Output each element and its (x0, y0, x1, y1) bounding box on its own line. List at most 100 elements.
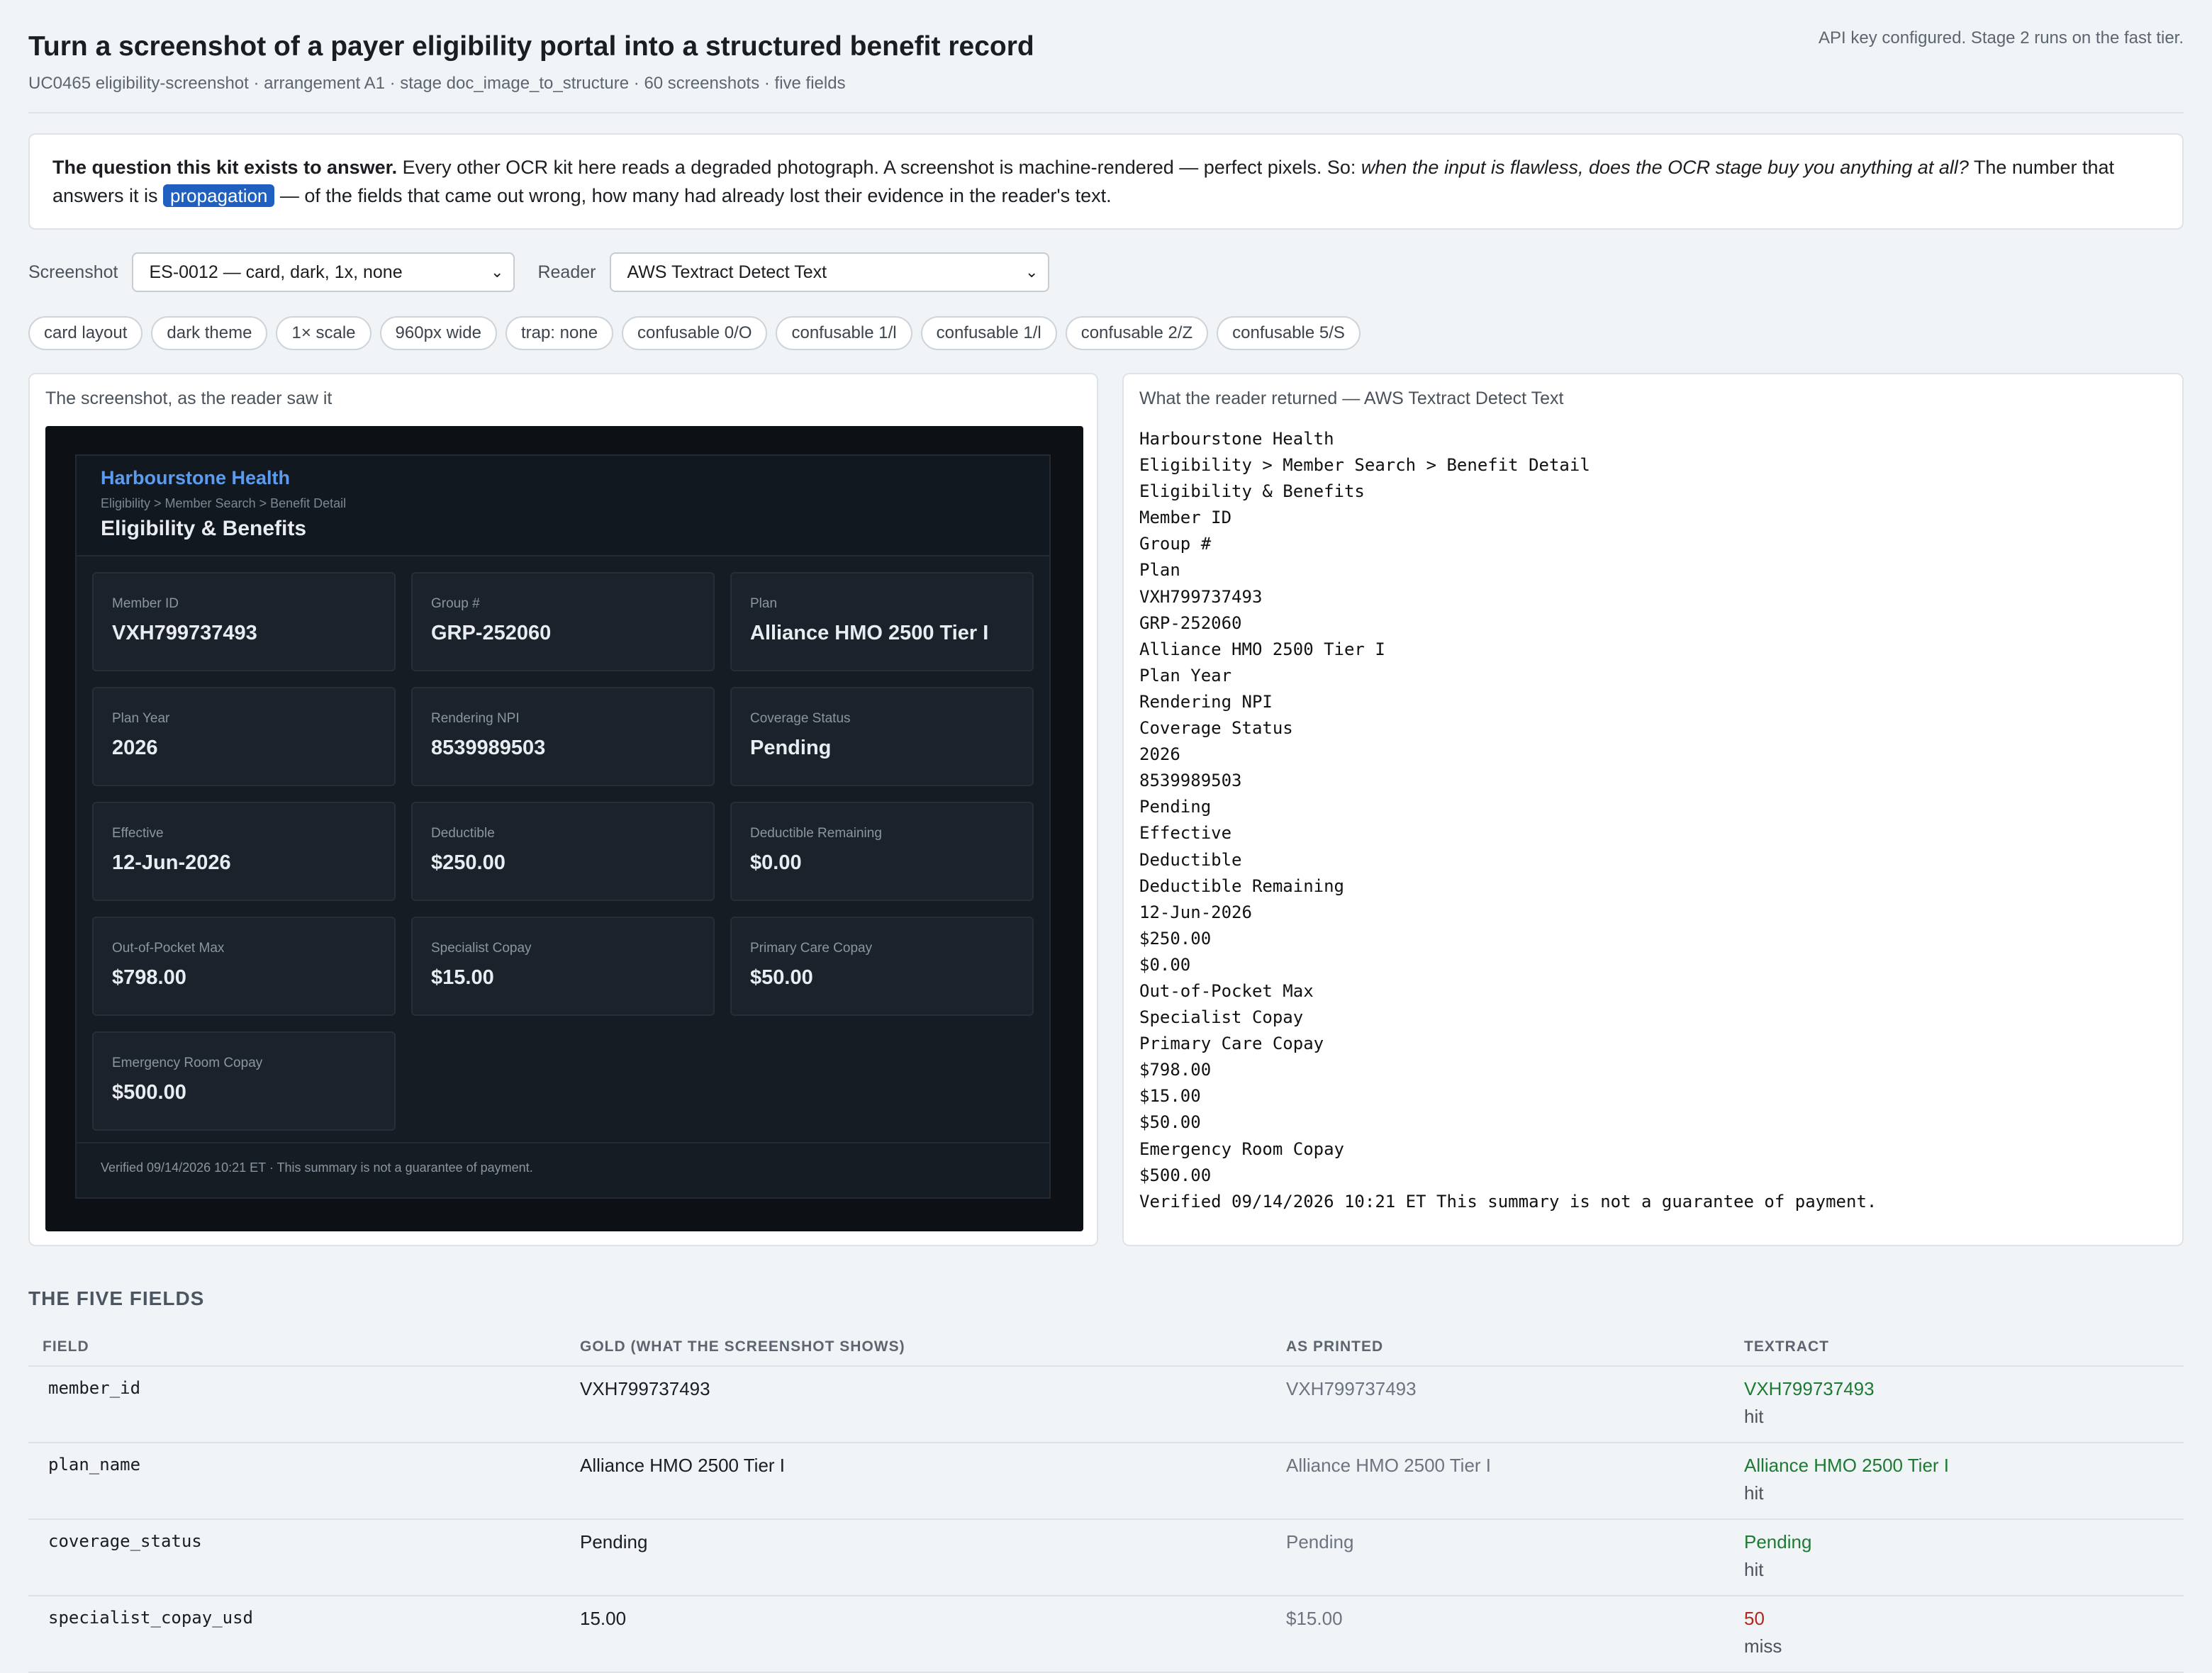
printed-value: $15.00 (1272, 1596, 1730, 1673)
portal-field-value: $50.00 (750, 966, 813, 989)
portal-field-value: 2026 (112, 737, 158, 759)
reader-select-value: AWS Textract Detect Text (627, 262, 827, 282)
reader-select[interactable]: AWS Textract Detect Text ⌄ (610, 252, 1050, 292)
screenshot-select[interactable]: ES-0012 — card, dark, 1x, none ⌄ (132, 252, 515, 292)
portal-field: Deductible $250.00 (411, 802, 715, 901)
portal-field: Member ID VXH799737493 (92, 572, 396, 671)
portal-field-label: Primary Care Copay (750, 941, 873, 956)
portal-field-value: $15.00 (431, 966, 494, 989)
reader-output-title: What the reader returned — AWS Textract … (1139, 388, 1564, 408)
portal-field: Rendering NPI 8539989503 (411, 687, 715, 786)
page-title: Turn a screenshot of a payer eligibility… (28, 31, 1034, 62)
chevron-down-icon: ⌄ (1025, 263, 1039, 281)
reader-value: Alliance HMO 2500 Tier I (1744, 1455, 1950, 1476)
portal-breadcrumb: Eligibility > Member Search > Benefit De… (101, 496, 347, 510)
chevron-down-icon: ⌄ (491, 263, 504, 281)
portal-field-value: $0.00 (750, 851, 802, 874)
portal-card-header: Harbourstone Health Eligibility > Member… (77, 456, 1049, 556)
chip: 1× scale (276, 316, 372, 350)
portal-field-label: Plan (750, 596, 778, 611)
portal-field-value: $798.00 (112, 966, 186, 989)
chip: 960px wide (379, 316, 497, 350)
portal-field: Emergency Room Copay $500.00 (92, 1031, 396, 1131)
field-name: plan_name (28, 1443, 566, 1520)
verdict-label: hit (1744, 1482, 1764, 1504)
portal-field: Primary Care Copay $50.00 (730, 917, 1034, 1016)
question-text-3: — of the fields that came out wrong, how… (274, 185, 1112, 206)
table-row: coverage_status Pending Pending Pending h… (28, 1519, 2184, 1596)
gold-value: VXH799737493 (566, 1366, 1272, 1443)
table-row: plan_name Alliance HMO 2500 Tier I Allia… (28, 1443, 2184, 1520)
portal-field-value: Pending (750, 737, 832, 759)
panels: The screenshot, as the reader saw it Har… (28, 373, 2184, 1246)
field-name: coverage_status (28, 1519, 566, 1596)
portal-field-grid: Member ID VXH799737493 Group # GRP-252060 … (77, 556, 1049, 1131)
portal-card: Harbourstone Health Eligibility > Member… (75, 454, 1051, 1199)
screenshot-select-value: ES-0012 — card, dark, 1x, none (149, 262, 403, 282)
portal-field: Out-of-Pocket Max $798.00 (92, 917, 396, 1016)
portal-field: Plan Year 2026 (92, 687, 396, 786)
portal-field-value: $500.00 (112, 1081, 186, 1104)
chip: confusable 0/O (622, 316, 768, 350)
reader-value: Pending (1744, 1531, 1812, 1552)
reader-result: Pending hit (1730, 1519, 2184, 1596)
gold-value: 15.00 (566, 1596, 1272, 1673)
propagation-term: propagation (163, 184, 275, 207)
screenshot-panel: The screenshot, as the reader saw it Har… (28, 373, 1098, 1246)
reader-result: VXH799737493 hit (1730, 1366, 2184, 1443)
portal-field-label: Rendering NPI (431, 711, 520, 726)
question-text-1: Every other OCR kit here reads a degrade… (397, 157, 1361, 178)
question-lead: The question this kit exists to answer. (52, 157, 398, 178)
screenshot-select-label: Screenshot (28, 262, 118, 282)
page-subtitle: UC0465 eligibility-screenshot · arrangem… (28, 74, 846, 93)
portal-screenshot: Harbourstone Health Eligibility > Member… (45, 426, 1083, 1231)
page-header: Turn a screenshot of a payer eligibility… (28, 28, 2184, 113)
chip: confusable 5/S (1217, 316, 1361, 350)
portal-field: Effective 12-Jun-2026 (92, 802, 396, 901)
gold-value: Alliance HMO 2500 Tier I (566, 1443, 1272, 1520)
portal-field: Deductible Remaining $0.00 (730, 802, 1034, 901)
printed-value: Pending (1272, 1519, 1730, 1596)
portal-footer: Verified 09/14/2026 10:21 ET · This summ… (77, 1142, 1049, 1197)
column-header: TEXTRACT (1730, 1328, 2184, 1367)
chip: confusable 1/l (776, 316, 912, 350)
printed-value: VXH799737493 (1272, 1366, 1730, 1443)
portal-field: Group # GRP-252060 (411, 572, 715, 671)
gold-value: Pending (566, 1519, 1272, 1596)
table-row: member_id VXH799737493 VXH799737493 VXH7… (28, 1366, 2184, 1443)
portal-field-value: 12-Jun-2026 (112, 851, 231, 874)
portal-field-label: Out-of-Pocket Max (112, 941, 225, 956)
chip: trap: none (505, 316, 614, 350)
column-header: FIELD (28, 1328, 566, 1367)
column-header: AS PRINTED (1272, 1328, 1730, 1367)
portal-field: Coverage Status Pending (730, 687, 1034, 786)
reader-value: VXH799737493 (1744, 1378, 1875, 1399)
chip: confusable 1/l (920, 316, 1057, 350)
verdict-label: hit (1744, 1559, 1764, 1580)
portal-title: Eligibility & Benefits (101, 517, 307, 540)
screenshot-panel-title: The screenshot, as the reader saw it (45, 388, 333, 408)
reader-value: 50 (1744, 1608, 1765, 1629)
portal-field: Plan Alliance HMO 2500 Tier I (730, 572, 1034, 671)
question-callout: The question this kit exists to answer. … (28, 133, 2184, 230)
portal-field-label: Emergency Room Copay (112, 1056, 263, 1070)
portal-field-label: Group # (431, 596, 480, 611)
portal-field-label: Member ID (112, 596, 179, 611)
chip: confusable 2/Z (1065, 316, 1209, 350)
portal-field-label: Effective (112, 826, 164, 841)
attribute-chips: card layout dark theme 1× scale 960px wi… (28, 316, 2184, 350)
table-row: specialist_copay_usd 15.00 $15.00 50 miss (28, 1596, 2184, 1673)
fields-section-title: THE FIVE FIELDS (28, 1287, 205, 1309)
table-header-row: FIELD GOLD (WHAT THE SCREENSHOT SHOWS) A… (28, 1328, 2184, 1367)
verdict-label: hit (1744, 1406, 1764, 1427)
portal-field-value: $250.00 (431, 851, 505, 874)
field-name: specialist_copay_usd (28, 1596, 566, 1673)
question-italic: when the input is flawless, does the OCR… (1361, 157, 1969, 178)
api-status-note: API key configured. Stage 2 runs on the … (1819, 28, 2184, 47)
portal-field-label: Coverage Status (750, 711, 851, 726)
verdict-label: miss (1744, 1635, 1782, 1657)
field-name: member_id (28, 1366, 566, 1443)
portal-field-value: 8539989503 (431, 737, 546, 759)
portal-field-label: Plan Year (112, 711, 170, 726)
portal-field-label: Specialist Copay (431, 941, 532, 956)
